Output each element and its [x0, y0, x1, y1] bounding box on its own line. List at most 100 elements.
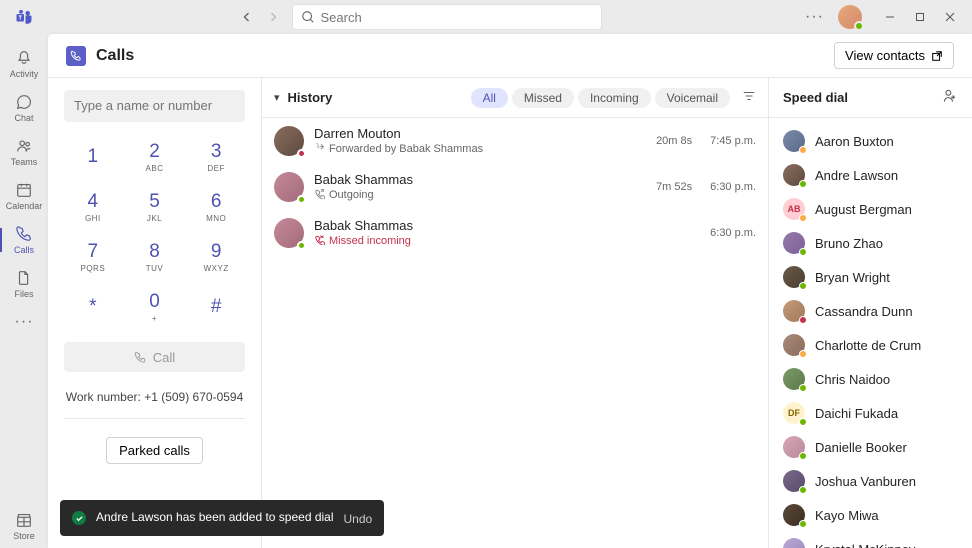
dialpad-key-1[interactable]: 1 — [64, 134, 122, 180]
user-avatar[interactable] — [838, 5, 862, 29]
nav-back-button[interactable] — [236, 6, 258, 28]
filter-incoming[interactable]: Incoming — [578, 88, 651, 108]
speed-dial-item[interactable]: Cassandra Dunn — [769, 294, 972, 328]
dialpad-key-0[interactable]: 0+ — [126, 284, 184, 330]
presence-badge — [297, 149, 306, 158]
speed-dial-item[interactable]: Bruno Zhao — [769, 226, 972, 260]
call-history-row[interactable]: Babak ShammasMissed incoming 6:30 p.m. — [262, 210, 768, 256]
maximize-button[interactable] — [906, 5, 934, 29]
rail-chat[interactable]: Chat — [0, 86, 48, 130]
call-time: 7:45 p.m. — [710, 135, 756, 147]
chevron-down-icon[interactable]: ▾ — [274, 91, 280, 104]
key-number: 1 — [88, 146, 99, 168]
phone-icon — [15, 225, 33, 243]
outgoing-icon — [314, 188, 325, 202]
dialpad-key-8[interactable]: 8TUV — [126, 234, 184, 280]
rail-label: Store — [13, 531, 35, 541]
toast-message: Andre Lawson has been added to speed dia… — [96, 510, 334, 526]
key-letters: TUV — [146, 264, 164, 273]
avatar — [783, 470, 805, 492]
speed-dial-item[interactable]: Aaron Buxton — [769, 124, 972, 158]
avatar: DF — [783, 402, 805, 424]
filter-all[interactable]: All — [471, 88, 508, 108]
key-letters: WXYZ — [204, 264, 229, 273]
dialpad-key-5[interactable]: 5JKL — [126, 184, 184, 230]
key-number: 8 — [149, 241, 160, 263]
speed-dial-item[interactable]: Charlotte de Crum — [769, 328, 972, 362]
dialpad-key-4[interactable]: 4GHI — [64, 184, 122, 230]
call-history-row[interactable]: Darren MoutonForwarded by Babak Shammas2… — [262, 118, 768, 164]
speed-dial-item[interactable]: Chris Naidoo — [769, 362, 972, 396]
speed-dial-item[interactable]: DFDaichi Fukada — [769, 396, 972, 430]
presence-badge — [854, 21, 864, 31]
contact-name: Bruno Zhao — [815, 236, 883, 251]
filter-voicemail[interactable]: Voicemail — [655, 88, 730, 108]
rail-label: Calendar — [6, 201, 43, 211]
add-speed-dial-button[interactable] — [942, 88, 958, 107]
speed-dial-item[interactable]: Joshua Vanburen — [769, 464, 972, 498]
presence-badge — [799, 316, 807, 324]
presence-badge — [799, 486, 807, 494]
contact-name: Cassandra Dunn — [815, 304, 913, 319]
call-detail: Outgoing — [314, 188, 626, 202]
dial-input[interactable] — [64, 90, 245, 122]
dialpad-key-2[interactable]: 2ABC — [126, 134, 184, 180]
parked-calls-button[interactable]: Parked calls — [106, 437, 203, 464]
call-history-row[interactable]: Babak ShammasOutgoing 7m 52s6:30 p.m. — [262, 164, 768, 210]
avatar — [783, 368, 805, 390]
rail-files[interactable]: Files — [0, 262, 48, 306]
phone-icon — [134, 351, 147, 364]
speed-dial-item[interactable]: ABAugust Bergman — [769, 192, 972, 226]
minimize-button[interactable] — [876, 5, 904, 29]
call-meta: 20m 8s7:45 p.m. — [636, 135, 756, 147]
rail-teams[interactable]: Teams — [0, 130, 48, 174]
call-detail: Forwarded by Babak Shammas — [314, 142, 626, 156]
call-meta: 6:30 p.m. — [636, 227, 756, 239]
rail-calls[interactable]: Calls — [0, 218, 48, 262]
main-content: Calls View contacts 1 2ABC3DEF 4GHI5JKL6MN… — [48, 34, 972, 548]
call-detail: Missed incoming — [314, 234, 626, 248]
key-number: 0 — [149, 291, 160, 313]
call-button[interactable]: Call — [64, 342, 245, 372]
filter-missed[interactable]: Missed — [512, 88, 574, 108]
dialpad-key-3[interactable]: 3DEF — [187, 134, 245, 180]
rail-activity[interactable]: Activity — [0, 42, 48, 86]
dialpad-key-#[interactable]: # — [187, 284, 245, 330]
presence-badge — [799, 146, 807, 154]
rail-calendar[interactable]: Calendar — [0, 174, 48, 218]
call-history-list: Darren MoutonForwarded by Babak Shammas2… — [262, 118, 768, 548]
speed-dial-item[interactable]: Bryan Wright — [769, 260, 972, 294]
history-panel: ▾ History AllMissedIncomingVoicemail Dar… — [262, 78, 768, 548]
more-button[interactable]: ··· — [801, 8, 828, 26]
history-title: History — [288, 90, 463, 105]
rail-more[interactable]: ··· — [0, 306, 48, 338]
dialpad-key-6[interactable]: 6MNO — [187, 184, 245, 230]
page-title: Calls — [96, 47, 834, 65]
contact-name: August Bergman — [815, 202, 912, 217]
search-box[interactable] — [292, 4, 602, 30]
dialpad-key-9[interactable]: 9WXYZ — [187, 234, 245, 280]
contact-name: Chris Naidoo — [815, 372, 890, 387]
contact-name: Joshua Vanburen — [815, 474, 916, 489]
search-input[interactable] — [321, 10, 593, 25]
contact-name: Aaron Buxton — [815, 134, 894, 149]
rail-label: Chat — [14, 113, 33, 123]
undo-button[interactable]: Undo — [344, 512, 373, 526]
speed-dial-item[interactable]: Kayo Miwa — [769, 498, 972, 532]
filter-icon[interactable] — [742, 89, 756, 106]
call-info: Babak ShammasOutgoing — [314, 172, 626, 202]
nav-forward-button[interactable] — [262, 6, 284, 28]
speed-dial-item[interactable]: Andre Lawson — [769, 158, 972, 192]
caller-name: Babak Shammas — [314, 218, 626, 233]
view-contacts-button[interactable]: View contacts — [834, 42, 954, 69]
rail-store[interactable]: Store — [0, 504, 48, 548]
key-letters: JKL — [147, 214, 162, 223]
dialpad-key-*[interactable]: * — [64, 284, 122, 330]
content-row: 12ABC3DEF4GHI5JKL6MNO7PQRS8TUV9WXYZ*0+# … — [48, 78, 972, 548]
call-meta: 7m 52s6:30 p.m. — [636, 181, 756, 193]
speed-dial-item[interactable]: Krystal McKinney — [769, 532, 972, 548]
dialpad-key-7[interactable]: 7PQRS — [64, 234, 122, 280]
key-letters: GHI — [85, 214, 101, 223]
close-button[interactable] — [936, 5, 964, 29]
speed-dial-item[interactable]: Danielle Booker — [769, 430, 972, 464]
